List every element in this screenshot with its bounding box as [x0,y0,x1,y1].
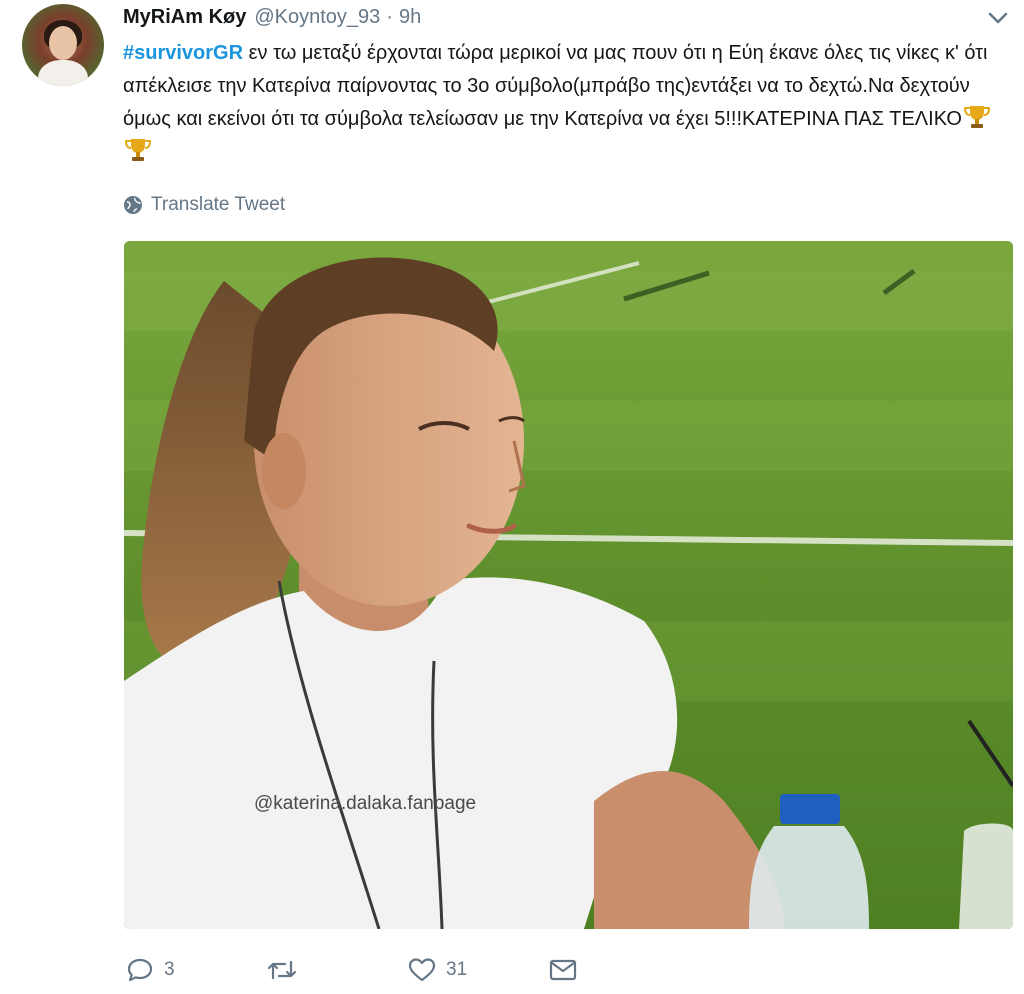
user-fullname[interactable]: MyRiAm Køy [123,6,246,29]
tweet-header: MyRiAm Køy @Koyntoy_93 · 9h [123,2,421,32]
trophy-icon [123,137,153,163]
reply-count: 3 [164,959,175,980]
tweet-text: #survivorGR εν τω μεταξύ έρχονται τώρα μ… [123,37,1003,169]
tweet-timestamp[interactable]: 9h [399,6,421,29]
avatar-face [49,26,77,60]
trophy-icon [962,104,992,130]
globe-icon [124,196,142,214]
hashtag-link[interactable]: #survivorGR [123,42,243,64]
reply-icon [127,958,153,982]
separator-dot: · [386,5,393,28]
avatar[interactable] [22,4,104,86]
retweet-icon [267,960,297,980]
avatar-body [38,60,88,86]
like-button[interactable]: 31 [408,952,467,988]
tweet-media-photo[interactable]: @katerina.dalaka.fanpage [124,241,1013,929]
envelope-icon [549,959,577,981]
heart-icon [408,958,436,982]
photo-watermark: @katerina.dalaka.fanpage [254,793,477,814]
reply-button[interactable]: 3 [126,952,175,988]
translate-label: Translate Tweet [151,194,286,215]
tweet-body: εν τω μεταξύ έρχονται τώρα μερικοί να μα… [123,42,988,130]
user-handle[interactable]: @Koyntoy_93 [254,6,380,29]
like-count: 31 [446,959,468,980]
translate-tweet-link[interactable]: Translate Tweet [123,192,285,218]
photo-image [124,241,1013,929]
tweet: MyRiAm Køy @Koyntoy_93 · 9h #survivorGR … [0,0,1024,994]
chevron-down-icon[interactable] [986,8,1010,28]
direct-message-button[interactable] [549,952,587,988]
tweet-actions: 3 31 [124,952,1004,988]
retweet-button[interactable] [266,952,308,988]
